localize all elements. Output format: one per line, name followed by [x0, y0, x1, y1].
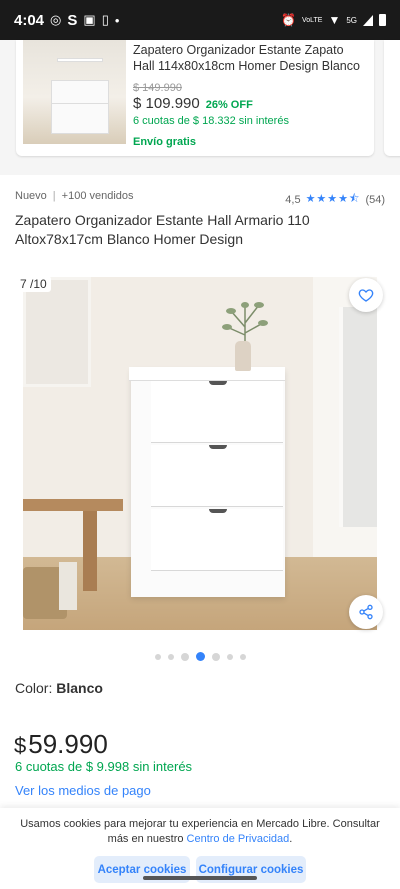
privacy-center-link[interactable]: Centro de Privacidad	[187, 833, 290, 845]
payment-methods-link[interactable]: Ver los medios de pago	[15, 783, 151, 798]
drawer	[151, 445, 283, 507]
share-icon	[359, 604, 373, 620]
related-product-price-value: $ 109.990	[133, 95, 200, 112]
window	[339, 307, 377, 527]
related-product-card[interactable]: Zapatero Organizador Estante Zapato Hall…	[16, 40, 374, 156]
free-shipping-label: Envío gratis	[133, 136, 196, 148]
installments-info: 6 cuotas de $ 9.998 sin interés	[15, 759, 193, 774]
pagination-dot[interactable]	[154, 653, 161, 660]
volte-label: VoLTE	[301, 16, 323, 24]
color-selector[interactable]: Color: Blanco	[15, 680, 103, 696]
related-products-carousel: Zapatero Organizador Estante Zapato Hall…	[0, 40, 400, 175]
whatsapp-icon: ◎	[50, 12, 62, 27]
wifi-icon: ▼	[328, 13, 341, 27]
favorite-button[interactable]	[349, 278, 383, 312]
product-price: $59.990	[14, 729, 108, 760]
drawer	[151, 509, 283, 571]
related-product-price: $ 109.990 26% OFF	[133, 95, 253, 112]
network-label: 5G	[346, 15, 357, 25]
next-related-product-card[interactable]	[384, 40, 400, 156]
color-label: Color:	[15, 680, 57, 696]
heart-icon	[358, 289, 374, 302]
separator: |	[52, 190, 56, 202]
alarm-icon: ⏰	[280, 13, 296, 27]
image-counter: 7 /10	[16, 276, 51, 292]
pagination-dot[interactable]	[211, 652, 220, 661]
s-app-icon: S	[67, 11, 78, 29]
bench	[23, 499, 123, 511]
battery-icon	[379, 14, 386, 26]
plant	[222, 302, 268, 345]
related-product-old-price: $ 149.990	[133, 82, 182, 94]
pagination-dot[interactable]	[239, 653, 246, 660]
product-meta: Nuevo | +100 vendidos 4,5 ★★★★⯪ (54)	[15, 190, 385, 209]
pagination-dot-active[interactable]	[195, 652, 205, 661]
dot-icon: •	[114, 12, 120, 28]
gallery-pagination	[0, 652, 400, 661]
product-title: Zapatero Organizador Estante Hall Armari…	[15, 212, 310, 247]
rating[interactable]: 4,5 ★★★★⯪ (54)	[285, 190, 385, 209]
drawer	[151, 381, 283, 443]
wall-art	[23, 277, 91, 387]
color-value: Blanco	[56, 680, 103, 696]
product-gallery[interactable]: 7 /10	[0, 270, 400, 640]
related-product-title: Zapatero Organizador Estante Zapato Hall…	[133, 43, 360, 73]
signal-icon	[363, 14, 373, 26]
cookie-text: Usamos cookies para mejorar tu experienc…	[10, 817, 390, 847]
vase	[235, 341, 251, 371]
product-image[interactable]	[23, 277, 377, 630]
pagination-dot[interactable]	[167, 653, 174, 660]
pagination-dot[interactable]	[226, 653, 233, 660]
share-button[interactable]	[349, 595, 383, 629]
discount-badge: 26% OFF	[205, 99, 253, 111]
instagram-icon: ▣	[83, 12, 96, 27]
related-product-installments: 6 cuotas de $ 18.332 sin interés	[133, 115, 289, 127]
cookie-message-end: .	[289, 833, 293, 845]
condition-label: Nuevo	[15, 190, 47, 202]
currency-symbol: $	[14, 733, 27, 758]
star-icons: ★★★★⯪	[305, 193, 361, 205]
sold-count: +100 vendidos	[61, 190, 134, 202]
price-amount: 59.990	[28, 729, 108, 759]
related-product-image	[23, 40, 126, 144]
review-count: (54)	[365, 193, 385, 206]
pagination-dot[interactable]	[180, 652, 189, 661]
clock: 4:04	[14, 11, 45, 29]
status-bar: 4:04 ◎ S ▣ ▯ • ⏰ VoLTE ▼ 5G	[0, 0, 400, 40]
battery-saver-icon: ▯	[101, 12, 109, 27]
home-indicator[interactable]	[143, 876, 257, 880]
rating-value: 4,5	[285, 193, 301, 206]
